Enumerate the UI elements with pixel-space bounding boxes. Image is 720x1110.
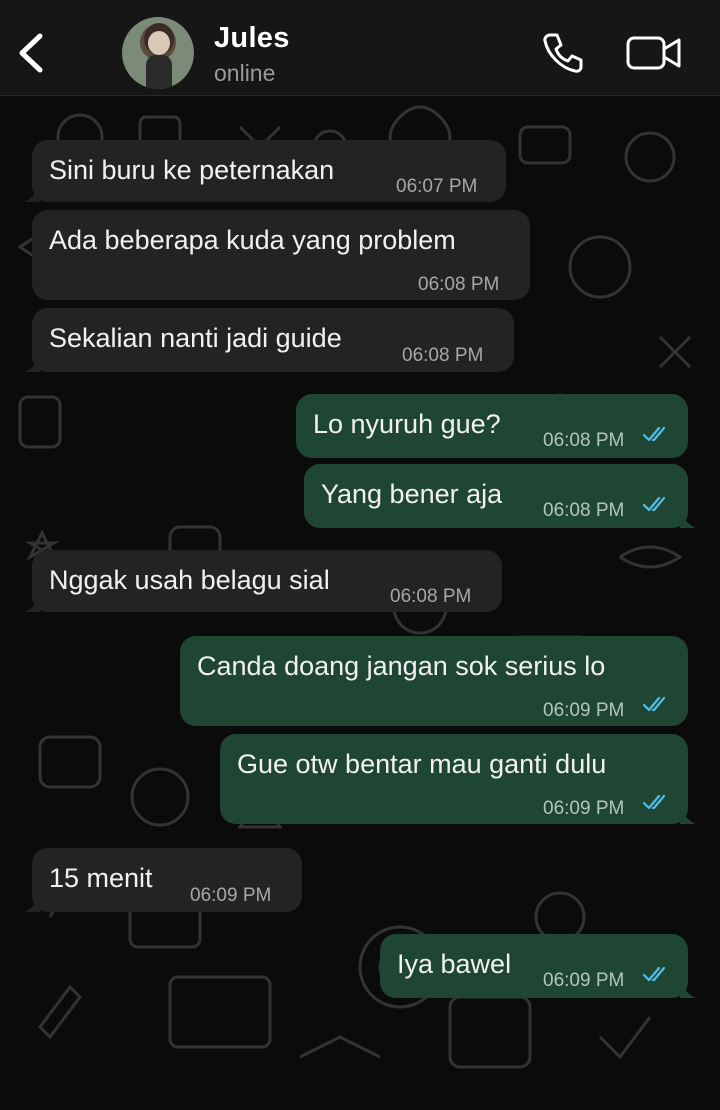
- double-check-icon: [642, 966, 666, 982]
- chat-header: Jules online: [0, 0, 720, 96]
- voice-call-button[interactable]: [540, 30, 586, 76]
- contact-status: online: [214, 60, 276, 86]
- message-bubble-incoming[interactable]: Nggak usah belagu sial 06:08 PM: [24, 550, 502, 612]
- bubble-tail: [680, 512, 696, 528]
- message-time: 06:09 PM: [543, 700, 625, 721]
- chat-screen: Jules online Sini buru ke peternakan 06:…: [0, 0, 720, 1110]
- message-bubble-outgoing[interactable]: Lo nyuruh gue? 06:08 PM: [296, 394, 688, 458]
- message-time: 06:09 PM: [543, 798, 625, 819]
- message-bubble-incoming[interactable]: Sekalian nanti jadi guide 06:08 PM: [24, 308, 514, 372]
- chevron-left-icon: [19, 33, 43, 73]
- message-bubble-outgoing[interactable]: Canda doang jangan sok serius lo 06:09 P…: [180, 636, 688, 726]
- message-bubble-incoming[interactable]: Sini buru ke peternakan 06:07 PM: [24, 140, 506, 202]
- bubble-tail: [24, 186, 40, 202]
- double-check-icon: [642, 426, 666, 442]
- phone-icon: [543, 33, 583, 73]
- message-time: 06:09 PM: [190, 885, 272, 906]
- double-check-icon: [642, 696, 666, 712]
- message-text: Yang bener aja: [321, 479, 503, 509]
- message-list[interactable]: Sini buru ke peternakan 06:07 PM Ada beb…: [0, 97, 720, 1110]
- message-text: 15 menit: [49, 863, 153, 893]
- message-bubble-incoming[interactable]: 15 menit 06:09 PM: [24, 848, 302, 912]
- bubble-tail: [24, 596, 40, 612]
- message-time: 06:08 PM: [402, 345, 484, 366]
- message-text: Sini buru ke peternakan: [49, 155, 335, 185]
- message-time: 06:09 PM: [543, 970, 625, 991]
- bubble-tail: [680, 982, 696, 998]
- message-text: Gue otw bentar mau ganti dulu: [237, 749, 607, 779]
- message-time: 06:08 PM: [418, 274, 500, 295]
- video-camera-icon: [626, 36, 681, 70]
- message-text: Sekalian nanti jadi guide: [49, 323, 342, 353]
- message-time: 06:08 PM: [543, 430, 625, 451]
- bubble-tail: [680, 808, 696, 824]
- back-button[interactable]: [14, 30, 50, 76]
- message-time: 06:08 PM: [543, 500, 625, 521]
- message-text: Nggak usah belagu sial: [49, 565, 330, 595]
- message-text: Canda doang jangan sok serius lo: [197, 651, 606, 681]
- message-bubble-outgoing[interactable]: Gue otw bentar mau ganti dulu 06:09 PM: [220, 734, 696, 824]
- bubble-tail: [24, 356, 40, 372]
- message-time: 06:08 PM: [390, 586, 472, 607]
- message-text: Ada beberapa kuda yang problem: [49, 225, 456, 255]
- avatar[interactable]: [122, 17, 194, 89]
- message-text: Iya bawel: [397, 949, 512, 979]
- message-bubble-incoming[interactable]: Ada beberapa kuda yang problem 06:08 PM: [32, 210, 530, 300]
- message-bubble-outgoing[interactable]: Yang bener aja 06:08 PM: [304, 464, 696, 528]
- video-call-button[interactable]: [626, 34, 682, 72]
- message-bubble-outgoing[interactable]: Iya bawel 06:09 PM: [380, 934, 696, 998]
- bubble-tail: [24, 896, 40, 912]
- message-time: 06:07 PM: [396, 176, 478, 197]
- contact-name[interactable]: Jules: [214, 22, 290, 55]
- double-check-icon: [642, 794, 666, 810]
- message-text: Lo nyuruh gue?: [313, 409, 501, 439]
- double-check-icon: [642, 496, 666, 512]
